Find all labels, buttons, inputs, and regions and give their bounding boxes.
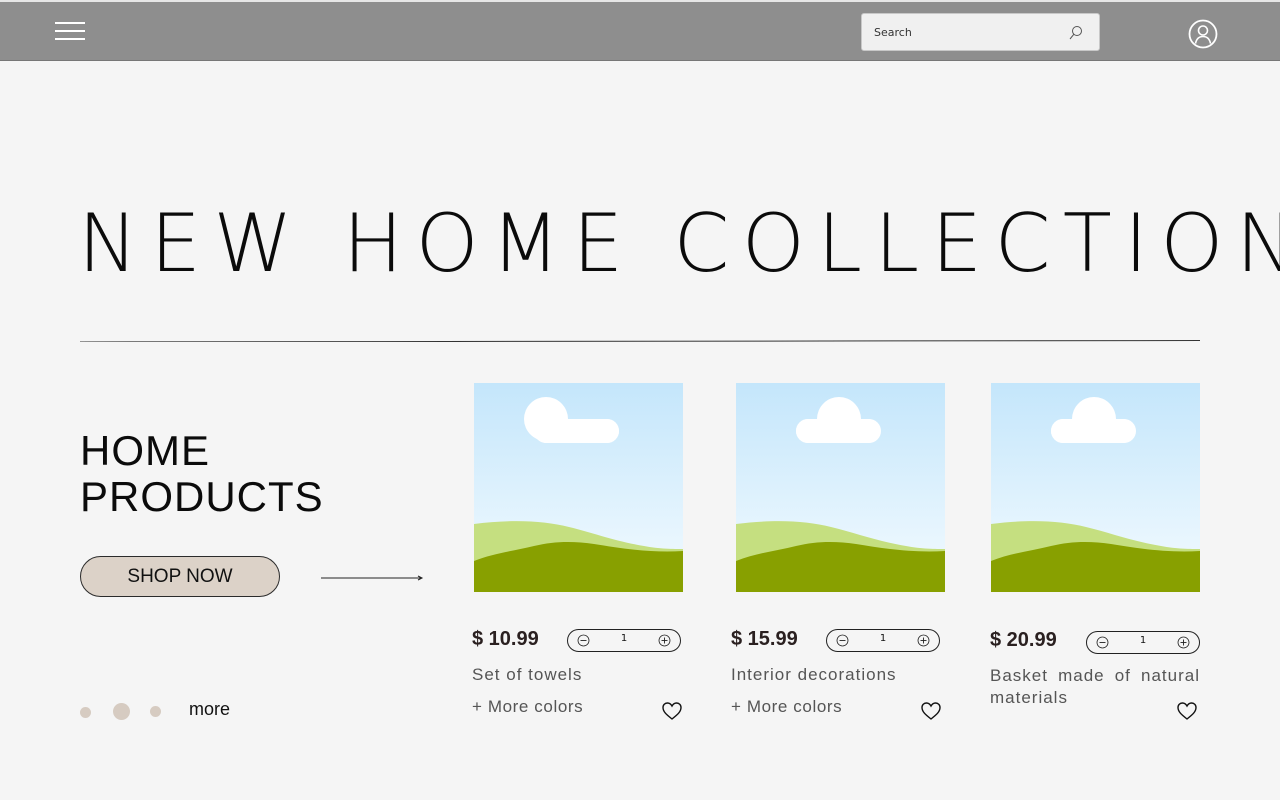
menu-icon[interactable]	[55, 22, 86, 42]
product-price: $ 20.99	[990, 629, 1057, 651]
product-image[interactable]	[474, 383, 683, 592]
product-name[interactable]: Set of towels	[472, 664, 684, 686]
quantity-value[interactable]: 1	[867, 633, 899, 644]
product-card[interactable]: $ 15.99 1 Interior decorations + More co…	[731, 383, 945, 723]
plus-icon[interactable]	[1177, 636, 1190, 649]
quantity-stepper[interactable]: 1	[826, 629, 940, 652]
section-title: HOME PRODUCTS	[80, 428, 360, 520]
product-price: $ 15.99	[731, 628, 798, 650]
quantity-stepper[interactable]: 1	[1086, 631, 1200, 654]
product-card[interactable]: $ 20.99 1 Basket made of natural materia…	[990, 383, 1202, 723]
more-colors-link[interactable]: + More colors	[731, 697, 842, 717]
heart-icon[interactable]	[1176, 701, 1198, 721]
search-input[interactable]	[874, 22, 1064, 42]
product-card[interactable]: $ 10.99 1 Set of towels + More colors	[472, 383, 684, 723]
minus-icon[interactable]	[577, 634, 590, 647]
quantity-value[interactable]: 1	[608, 633, 640, 644]
product-image[interactable]	[736, 383, 945, 592]
carousel-dots	[80, 703, 170, 721]
carousel-dot-3[interactable]	[150, 706, 161, 717]
search-icon[interactable]	[1069, 25, 1083, 41]
arrow-right-icon	[321, 575, 424, 581]
plus-icon[interactable]	[917, 634, 930, 647]
hero-title: NEW HOME COLLECTION	[78, 197, 1280, 290]
minus-icon[interactable]	[836, 634, 849, 647]
divider-line	[80, 340, 1200, 342]
carousel-dot-2[interactable]	[113, 703, 130, 720]
product-name[interactable]: Interior decorations	[731, 664, 943, 686]
heart-icon[interactable]	[920, 701, 942, 721]
plus-icon[interactable]	[658, 634, 671, 647]
section-title-line1: HOME	[80, 427, 210, 474]
product-price: $ 10.99	[472, 628, 539, 650]
quantity-value[interactable]: 1	[1127, 635, 1159, 646]
top-bar	[0, 0, 1280, 61]
minus-icon[interactable]	[1096, 636, 1109, 649]
quantity-stepper[interactable]: 1	[567, 629, 681, 652]
more-colors-link[interactable]: + More colors	[472, 697, 583, 717]
heart-icon[interactable]	[661, 701, 683, 721]
shop-now-button[interactable]: SHOP NOW	[80, 556, 280, 597]
user-icon[interactable]	[1188, 19, 1218, 49]
carousel-dot-1[interactable]	[80, 707, 91, 718]
section-title-line2: PRODUCTS	[80, 473, 324, 520]
more-link[interactable]: more	[189, 699, 230, 720]
product-name[interactable]: Basket made of natural materials	[990, 665, 1200, 709]
search-box[interactable]	[861, 13, 1100, 51]
product-image[interactable]	[991, 383, 1200, 592]
